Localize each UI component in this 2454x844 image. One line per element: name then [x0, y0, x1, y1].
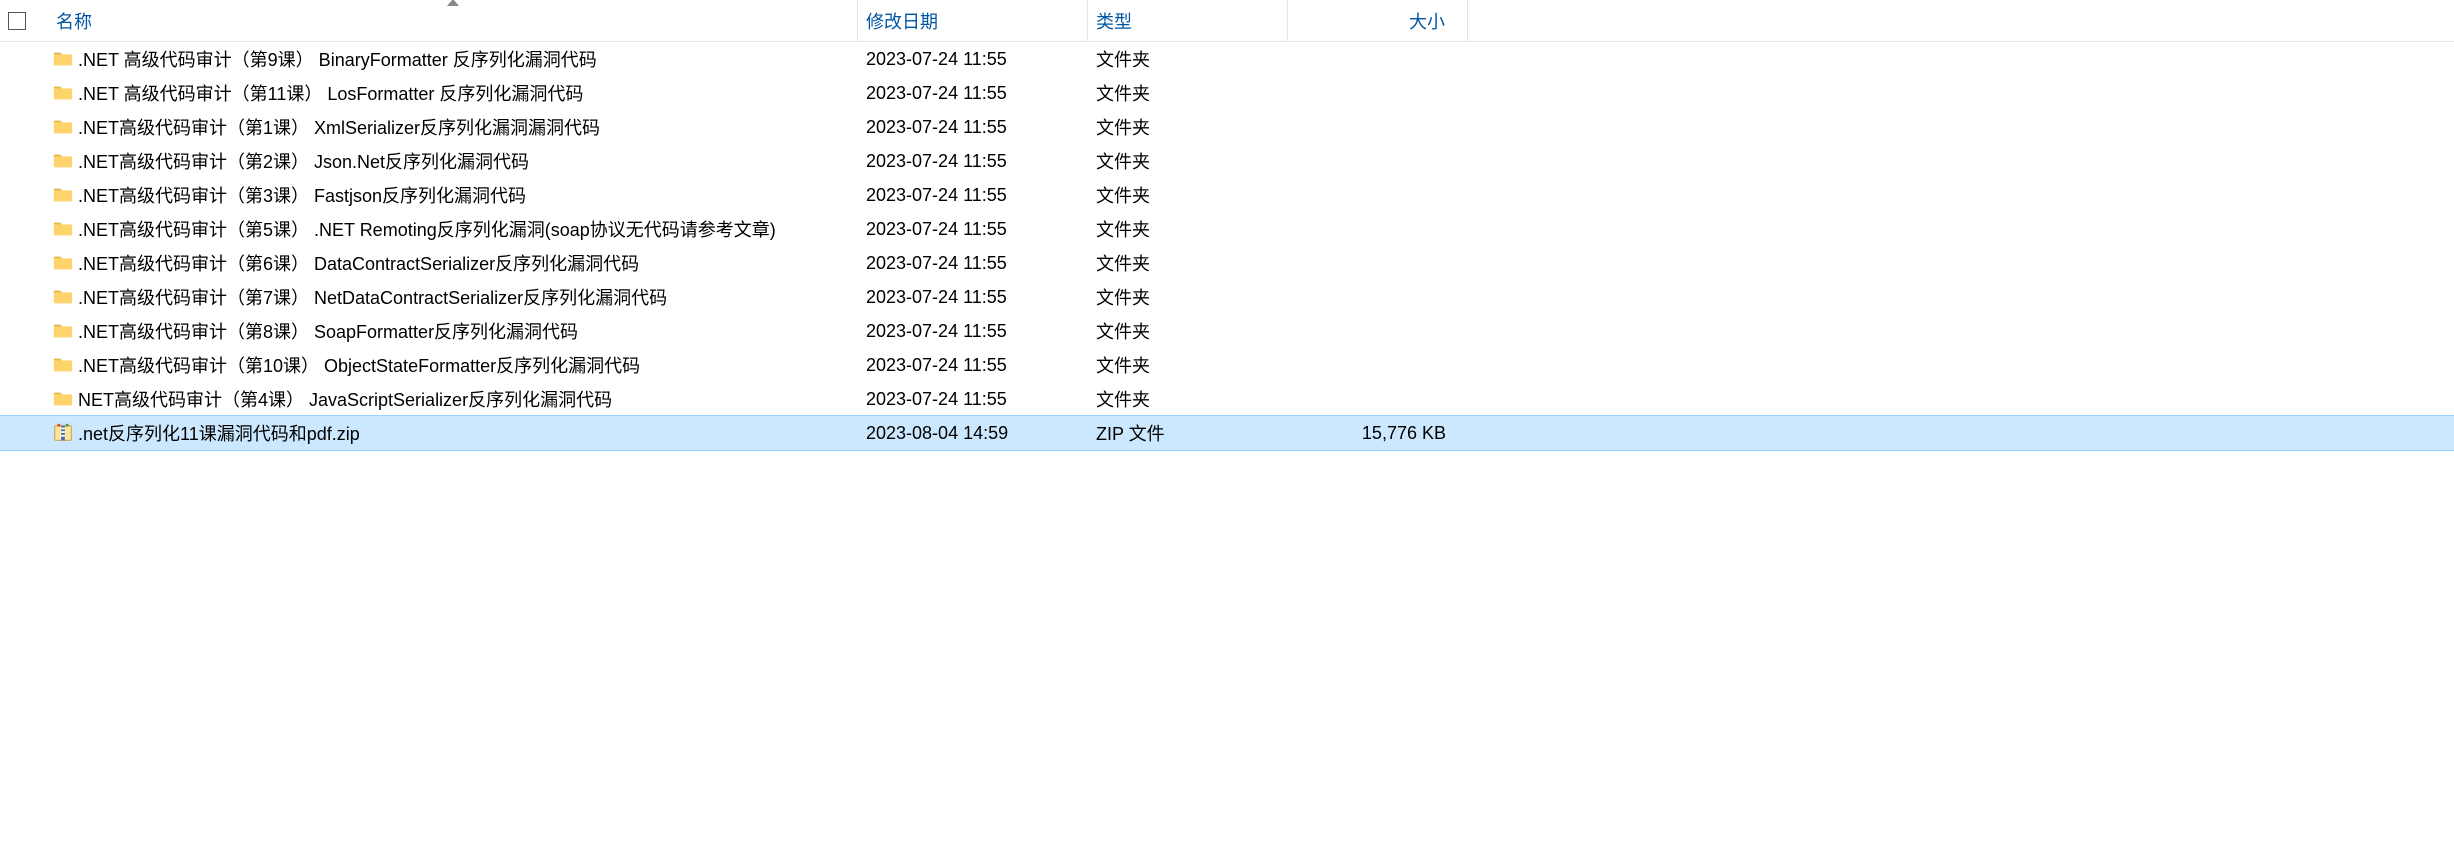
file-name[interactable]: .NET高级代码审计（第2课） Json.Net反序列化漏洞代码: [78, 148, 858, 174]
file-row[interactable]: .NET高级代码审计（第1课） XmlSerializer反序列化漏洞漏洞代码2…: [0, 110, 2454, 144]
file-date: 2023-07-24 11:55: [858, 355, 1088, 376]
row-icon-cell: [48, 286, 78, 308]
file-name[interactable]: .NET高级代码审计（第8课） SoapFormatter反序列化漏洞代码: [78, 318, 858, 344]
row-icon-cell: [48, 48, 78, 70]
file-date: 2023-07-24 11:55: [858, 253, 1088, 274]
folder-icon: [52, 286, 74, 308]
select-all-cell[interactable]: [0, 12, 48, 30]
file-type: 文件夹: [1088, 114, 1288, 140]
file-rows-container: .NET 高级代码审计（第9课） BinaryFormatter 反序列化漏洞代…: [0, 42, 2454, 450]
column-header-name[interactable]: 名称: [48, 0, 858, 41]
file-name[interactable]: .NET 高级代码审计（第11课） LosFormatter 反序列化漏洞代码: [78, 80, 858, 106]
file-name[interactable]: .net反序列化11课漏洞代码和pdf.zip: [78, 420, 858, 446]
folder-icon: [52, 320, 74, 342]
file-row[interactable]: .NET高级代码审计（第3课） Fastjson反序列化漏洞代码2023-07-…: [0, 178, 2454, 212]
file-row[interactable]: .NET高级代码审计（第8课） SoapFormatter反序列化漏洞代码202…: [0, 314, 2454, 348]
row-icon-cell: [48, 218, 78, 240]
file-type: 文件夹: [1088, 46, 1288, 72]
folder-icon: [52, 116, 74, 138]
file-date: 2023-07-24 11:55: [858, 219, 1088, 240]
file-size: 15,776 KB: [1288, 423, 1468, 444]
file-name[interactable]: .NET高级代码审计（第10课） ObjectStateFormatter反序列…: [78, 352, 858, 378]
file-name[interactable]: .NET高级代码审计（第7课） NetDataContractSerialize…: [78, 284, 858, 310]
file-date: 2023-07-24 11:55: [858, 185, 1088, 206]
file-row[interactable]: .NET高级代码审计（第5课） .NET Remoting反序列化漏洞(soap…: [0, 212, 2454, 246]
folder-icon: [52, 252, 74, 274]
file-name[interactable]: .NET高级代码审计（第5课） .NET Remoting反序列化漏洞(soap…: [78, 216, 858, 242]
row-icon-cell: [48, 320, 78, 342]
file-date: 2023-07-24 11:55: [858, 117, 1088, 138]
file-row[interactable]: NET高级代码审计（第4课） JavaScriptSerializer反序列化漏…: [0, 382, 2454, 416]
file-date: 2023-07-24 11:55: [858, 287, 1088, 308]
column-header-size[interactable]: 大小: [1288, 0, 1468, 41]
file-row[interactable]: .NET高级代码审计（第6课） DataContractSerializer反序…: [0, 246, 2454, 280]
column-header-date-label: 修改日期: [866, 8, 938, 34]
file-type: 文件夹: [1088, 216, 1288, 242]
file-date: 2023-07-24 11:55: [858, 151, 1088, 172]
file-type: 文件夹: [1088, 250, 1288, 276]
file-row[interactable]: .NET 高级代码审计（第11课） LosFormatter 反序列化漏洞代码2…: [0, 76, 2454, 110]
column-header-date[interactable]: 修改日期: [858, 0, 1088, 41]
file-date: 2023-08-04 14:59: [858, 423, 1088, 444]
file-type: 文件夹: [1088, 386, 1288, 412]
file-date: 2023-07-24 11:55: [858, 321, 1088, 342]
file-date: 2023-07-24 11:55: [858, 83, 1088, 104]
column-header-type[interactable]: 类型: [1088, 0, 1288, 41]
folder-icon: [52, 82, 74, 104]
folder-icon: [52, 388, 74, 410]
folder-icon: [52, 150, 74, 172]
file-name[interactable]: .NET高级代码审计（第1课） XmlSerializer反序列化漏洞漏洞代码: [78, 114, 858, 140]
file-row[interactable]: .NET高级代码审计（第2课） Json.Net反序列化漏洞代码2023-07-…: [0, 144, 2454, 178]
file-row[interactable]: .NET 高级代码审计（第9课） BinaryFormatter 反序列化漏洞代…: [0, 42, 2454, 76]
file-list-view: 名称 修改日期 类型 大小 .NET 高级代码审计（第9课） BinaryFor…: [0, 0, 2454, 450]
file-name[interactable]: .NET高级代码审计（第6课） DataContractSerializer反序…: [78, 250, 858, 276]
row-icon-cell: [48, 252, 78, 274]
column-header-name-label: 名称: [56, 8, 92, 34]
select-all-checkbox[interactable]: [8, 12, 26, 30]
column-header-type-label: 类型: [1096, 8, 1132, 34]
file-type: 文件夹: [1088, 318, 1288, 344]
row-icon-cell: [48, 388, 78, 410]
file-date: 2023-07-24 11:55: [858, 49, 1088, 70]
folder-icon: [52, 48, 74, 70]
file-type: 文件夹: [1088, 284, 1288, 310]
row-icon-cell: [48, 184, 78, 206]
file-type: ZIP 文件: [1088, 420, 1288, 446]
file-type: 文件夹: [1088, 148, 1288, 174]
column-header-row: 名称 修改日期 类型 大小: [0, 0, 2454, 42]
folder-icon: [52, 184, 74, 206]
file-name[interactable]: .NET 高级代码审计（第9课） BinaryFormatter 反序列化漏洞代…: [78, 46, 858, 72]
file-name[interactable]: .NET高级代码审计（第3课） Fastjson反序列化漏洞代码: [78, 182, 858, 208]
file-name[interactable]: NET高级代码审计（第4课） JavaScriptSerializer反序列化漏…: [78, 386, 858, 412]
row-icon-cell: [48, 116, 78, 138]
file-type: 文件夹: [1088, 80, 1288, 106]
file-date: 2023-07-24 11:55: [858, 389, 1088, 410]
file-type: 文件夹: [1088, 352, 1288, 378]
row-icon-cell: [48, 150, 78, 172]
folder-icon: [52, 354, 74, 376]
row-icon-cell: [48, 354, 78, 376]
row-icon-cell: [48, 422, 78, 444]
column-header-size-label: 大小: [1409, 8, 1445, 34]
file-row[interactable]: .NET高级代码审计（第7课） NetDataContractSerialize…: [0, 280, 2454, 314]
zip-file-icon: [52, 422, 74, 444]
sort-ascending-icon: [447, 0, 459, 6]
file-row[interactable]: .NET高级代码审计（第10课） ObjectStateFormatter反序列…: [0, 348, 2454, 382]
folder-icon: [52, 218, 74, 240]
row-icon-cell: [48, 82, 78, 104]
file-row[interactable]: .net反序列化11课漏洞代码和pdf.zip2023-08-04 14:59Z…: [0, 416, 2454, 450]
file-type: 文件夹: [1088, 182, 1288, 208]
